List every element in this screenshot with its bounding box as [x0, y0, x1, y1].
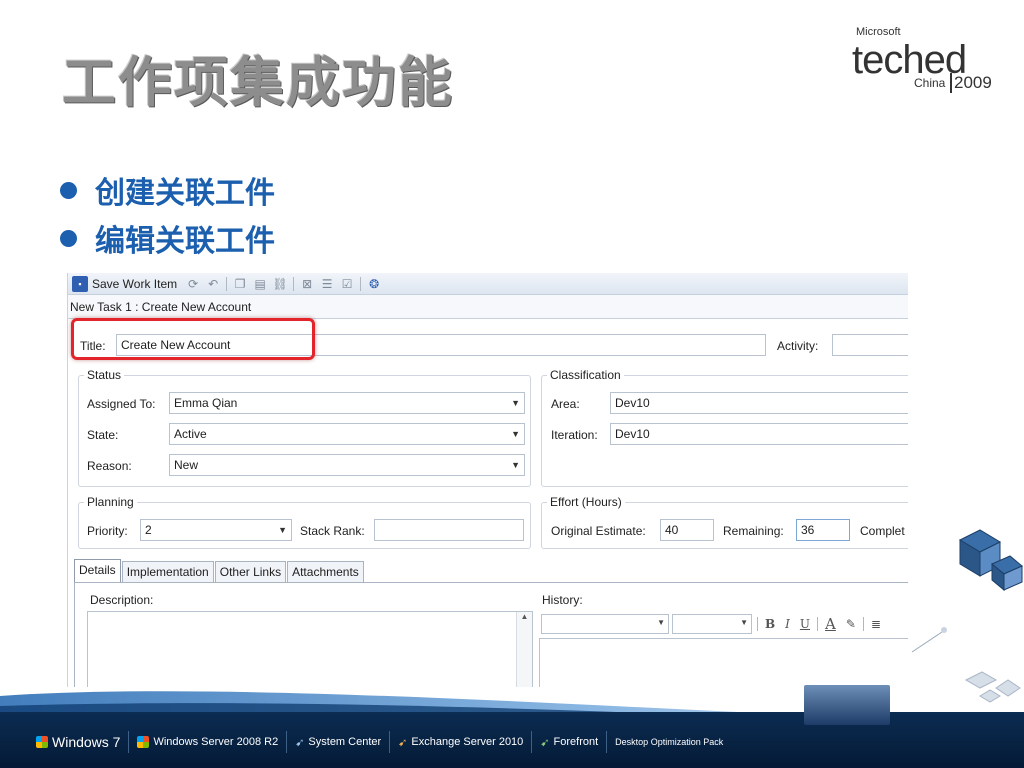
- remaining-label: Remaining:: [723, 524, 784, 538]
- bullet-dot-icon: [60, 229, 77, 247]
- product-windows-server: Windows Server 2008 R2: [129, 731, 288, 753]
- detail-tabs: Details Implementation Other Links Attac…: [74, 559, 365, 583]
- swirl-icon: ➹: [540, 736, 550, 749]
- activity-field[interactable]: [832, 334, 908, 356]
- save-work-item-button[interactable]: Save Work Item: [92, 277, 177, 291]
- product-forefront: ➹ Forefront: [532, 731, 608, 753]
- iteration-field[interactable]: Dev10: [610, 423, 908, 445]
- swirl-icon: ➹: [398, 736, 408, 749]
- tab-attachments[interactable]: Attachments: [287, 561, 364, 583]
- slide-title: 工作项集成功能: [62, 51, 454, 114]
- state-label: State:: [87, 428, 119, 442]
- bullet-item: 编辑关联工件: [60, 214, 275, 262]
- teched-logo: Microsoft teched China 2009: [852, 26, 1004, 96]
- stack-rank-label: Stack Rank:: [300, 524, 365, 538]
- font-color-button[interactable]: A: [825, 615, 836, 633]
- undo-icon[interactable]: ↶: [205, 276, 221, 292]
- italic-button[interactable]: I: [785, 617, 790, 631]
- description-label: Description:: [90, 593, 154, 607]
- logo-year: 2009: [950, 73, 992, 93]
- work-item-toolbar: ▪ Save Work Item ⟳ ↶ ❐ ▤ ⛓ ⊠ ☰ ☑ ❂: [68, 273, 908, 295]
- tab-implementation[interactable]: Implementation: [121, 561, 214, 583]
- chevron-down-icon: ▼: [278, 525, 287, 535]
- swirl-icon: ➹: [295, 736, 305, 749]
- effort-group-label: Effort (Hours): [547, 495, 625, 509]
- remaining-field[interactable]: 36: [796, 519, 850, 541]
- bullet-list: 创建关联工件 编辑关联工件: [60, 166, 275, 262]
- refresh-icon[interactable]: ⟳: [185, 276, 201, 292]
- status-group-label: Status: [84, 368, 125, 382]
- decorative-cube: [804, 685, 890, 725]
- state-dropdown[interactable]: Active ▼: [169, 423, 525, 445]
- highlight-icon[interactable]: ✎: [846, 617, 856, 631]
- logo-region: China: [914, 76, 946, 90]
- underline-button[interactable]: U: [800, 617, 810, 631]
- chevron-down-icon: ▼: [511, 398, 520, 408]
- product-logos: Windows 7 Windows Server 2008 R2 ➹ Syste…: [28, 731, 731, 753]
- font-size-dropdown[interactable]: ▼: [672, 614, 752, 634]
- planning-group-label: Planning: [84, 495, 137, 509]
- logo-event: teched: [852, 38, 967, 82]
- priority-dropdown[interactable]: 2 ▼: [140, 519, 292, 541]
- link-remove-icon[interactable]: ⊠: [299, 276, 315, 292]
- bold-button[interactable]: B: [765, 617, 775, 631]
- area-field[interactable]: Dev10: [610, 392, 908, 414]
- windows-flag-icon: [36, 736, 48, 748]
- paste-icon[interactable]: ▤: [252, 276, 268, 292]
- product-windows7: Windows 7: [28, 731, 130, 753]
- logo-brand: Microsoft: [856, 26, 901, 38]
- iteration-label: Iteration:: [551, 428, 598, 442]
- align-icon[interactable]: ≣: [871, 617, 881, 631]
- state-value: Active: [174, 427, 207, 441]
- bullet-dot-icon: [60, 181, 77, 199]
- copy-icon[interactable]: ❐: [232, 276, 248, 292]
- product-desktop-optimization: Desktop Optimization Pack: [615, 737, 724, 747]
- completed-label: Complet: [860, 524, 905, 538]
- queries-icon[interactable]: ☰: [319, 276, 335, 292]
- original-estimate-label: Original Estimate:: [551, 524, 646, 538]
- bullet-item: 创建关联工件: [60, 166, 275, 214]
- product-system-center: ➹ System Center: [287, 731, 391, 753]
- assigned-to-dropdown[interactable]: Emma Qian ▼: [169, 392, 525, 414]
- activity-label: Activity:: [777, 339, 819, 353]
- assigned-to-value: Emma Qian: [174, 396, 238, 410]
- assigned-to-label: Assigned To:: [87, 397, 156, 411]
- stack-rank-field[interactable]: [374, 519, 524, 541]
- priority-value: 2: [145, 523, 152, 537]
- chevron-down-icon: ▼: [740, 618, 748, 627]
- history-label: History:: [542, 593, 583, 607]
- classification-group-label: Classification: [547, 368, 624, 382]
- bullet-text: 创建关联工件: [95, 176, 275, 211]
- tab-other-links[interactable]: Other Links: [214, 561, 287, 583]
- work-item-window: ▪ Save Work Item ⟳ ↶ ❐ ▤ ⛓ ⊠ ☰ ☑ ❂ New T…: [67, 273, 908, 687]
- tab-details[interactable]: Details: [74, 559, 121, 583]
- history-rich-text-toolbar: ▼ ▼ B I U A ✎ ≣: [541, 614, 886, 634]
- chevron-down-icon: ▼: [511, 429, 520, 439]
- title-highlight: [71, 318, 315, 360]
- bullet-text: 编辑关联工件: [95, 224, 275, 259]
- chevron-down-icon: ▼: [657, 618, 665, 627]
- save-icon[interactable]: ▪: [72, 275, 88, 292]
- original-estimate-field[interactable]: 40: [660, 519, 714, 541]
- check-icon[interactable]: ☑: [339, 276, 355, 292]
- chevron-down-icon: ▼: [511, 460, 520, 470]
- priority-label: Priority:: [87, 524, 128, 538]
- reason-dropdown[interactable]: New ▼: [169, 454, 525, 476]
- link-icon[interactable]: ⛓: [272, 276, 288, 292]
- help-icon[interactable]: ❂: [366, 276, 382, 292]
- reason-value: New: [174, 458, 199, 472]
- area-label: Area:: [551, 397, 580, 411]
- font-family-dropdown[interactable]: ▼: [541, 614, 669, 634]
- reason-label: Reason:: [87, 459, 132, 473]
- windows-flag-icon: [137, 736, 150, 748]
- product-exchange-server: ➹ Exchange Server 2010: [390, 731, 533, 753]
- work-item-caption: New Task 1 : Create New Account: [68, 295, 908, 319]
